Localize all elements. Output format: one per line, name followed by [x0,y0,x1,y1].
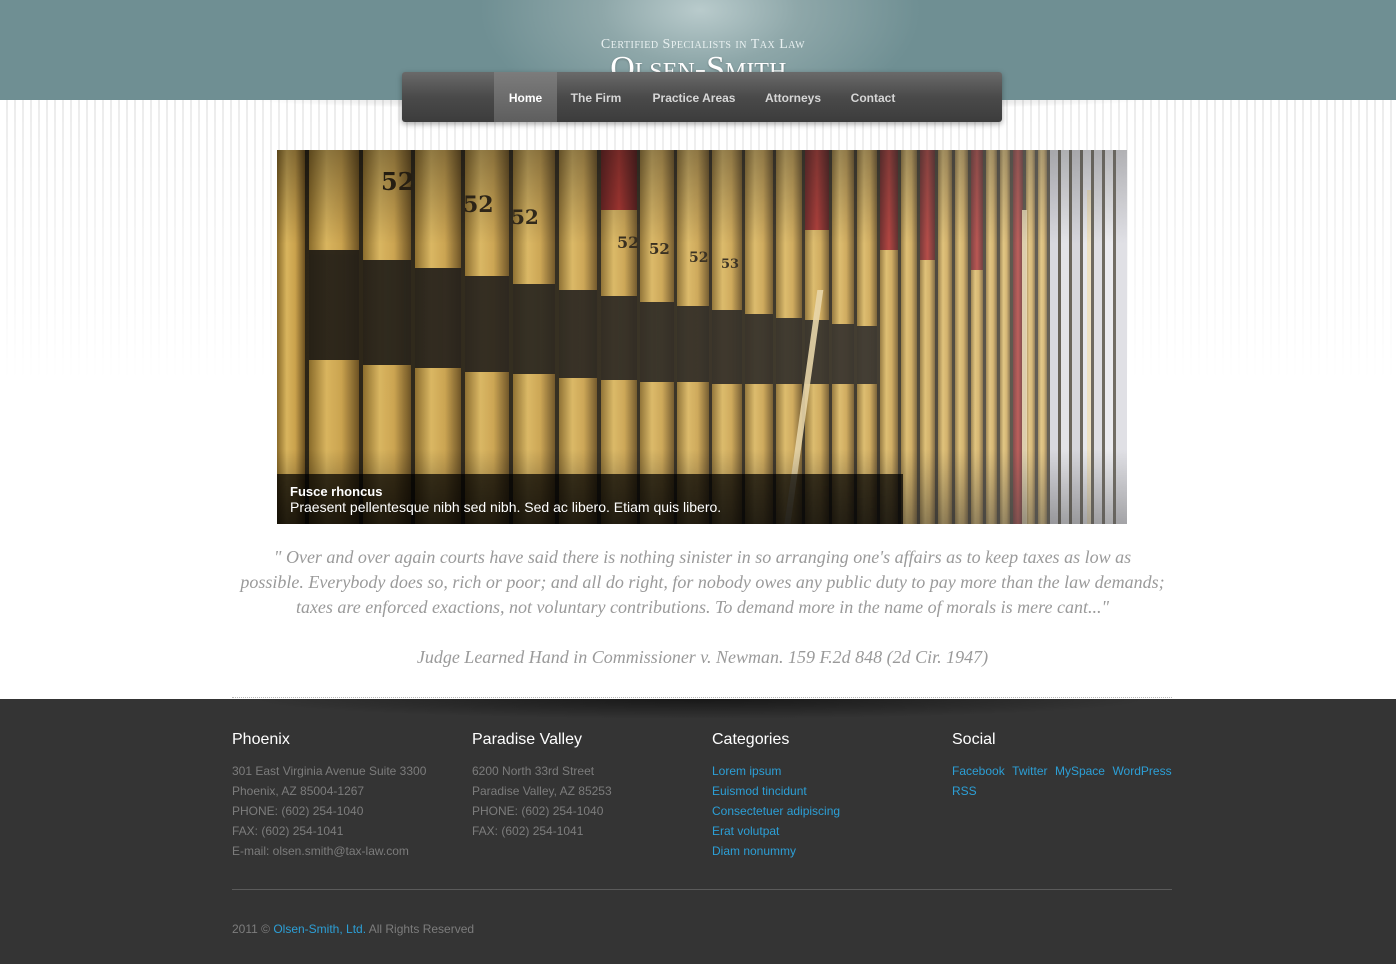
nav-item-practice-areas[interactable]: Practice Areas [644,72,744,122]
footer-col-social: Social Facebook Twitter MySpace WordPres… [952,731,1182,801]
footer-paradise-valley-title: Paradise Valley [472,731,582,748]
category-link[interactable]: Consectetuer adipiscing [712,801,942,821]
hero-slider[interactable]: 52 52 52 52 52 52 53 Fusce rhoncus Praes… [277,150,1127,524]
paradise-valley-city: Paradise Valley, AZ 85253 [472,784,612,798]
nav-item-the-firm[interactable]: The Firm [563,72,629,122]
quote-source: Judge Learned Hand in Commissioner v. Ne… [416,647,989,667]
category-link[interactable]: Erat volutpat [712,821,942,841]
social-link-wordpress[interactable]: WordPress [1112,764,1171,778]
footer: Phoenix 301 East Virginia Avenue Suite 3… [0,699,1396,964]
featured-quote: " Over and over again courts have said t… [240,547,1165,617]
social-links: Facebook Twitter MySpace WordPress RSS [952,761,1182,801]
footer-divider [232,889,1172,890]
copyright-suffix: All Rights Reserved [366,922,475,936]
footer-phoenix-title: Phoenix [232,731,290,748]
category-link[interactable]: Diam nonummy [712,841,942,861]
paradise-valley-fax: FAX: (602) 254-1041 [472,824,584,838]
paradise-valley-address: 6200 North 33rd Street [472,764,595,778]
category-link[interactable]: Euismod tincidunt [712,781,942,801]
phoenix-phone: PHONE: (602) 254-1040 [232,804,364,818]
footer-categories-title: Categories [712,731,790,748]
social-link-facebook[interactable]: Facebook [952,764,1005,778]
law-books-image: 52 52 52 52 52 52 53 [277,150,1127,524]
footer-shadow [250,699,1150,723]
phoenix-email: E-mail: olsen.smith@tax-law.com [232,844,409,858]
copyright-brand-link[interactable]: Olsen-Smith, Ltd. [273,922,366,936]
paradise-valley-phone: PHONE: (602) 254-1040 [472,804,604,818]
slider-caption-title: Fusce rhoncus [290,484,383,499]
nav-item-contact[interactable]: Contact [842,72,904,122]
copyright-prefix: 2011 © [232,922,274,936]
nav-item-home[interactable]: Home [494,72,557,122]
main-nav: Home The Firm Practice Areas Attorneys C… [402,72,1002,122]
category-link[interactable]: Lorem ipsum [712,761,942,781]
slider-caption: Fusce rhoncus Praesent pellentesque nibh… [277,474,903,524]
phoenix-city: Phoenix, AZ 85004-1267 [232,784,365,798]
content-divider [232,697,1172,698]
copyright: 2011 © Olsen-Smith, Ltd. All Rights Rese… [232,922,474,936]
footer-social-title: Social [952,731,996,748]
footer-col-phoenix: Phoenix 301 East Virginia Avenue Suite 3… [232,731,462,861]
social-link-twitter[interactable]: Twitter [1012,764,1047,778]
footer-col-paradise-valley: Paradise Valley 6200 North 33rd Street P… [472,731,702,841]
slider-caption-text: Praesent pellentesque nibh sed nibh. Sed… [290,499,722,515]
phoenix-address: 301 East Virginia Avenue Suite 3300 [232,764,427,778]
phoenix-fax: FAX: (602) 254-1041 [232,824,344,838]
social-link-myspace[interactable]: MySpace [1055,764,1105,778]
footer-col-categories: Categories Lorem ipsum Euismod tincidunt… [712,731,942,861]
nav-item-attorneys[interactable]: Attorneys [757,72,829,122]
social-link-rss[interactable]: RSS [952,784,977,798]
